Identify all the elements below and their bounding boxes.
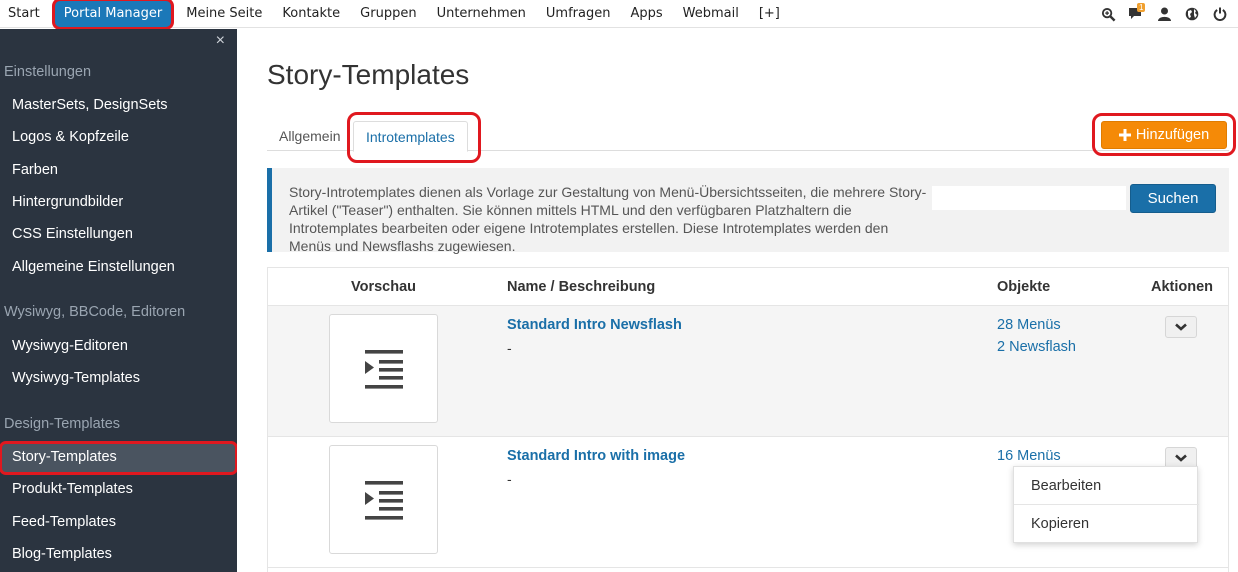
sidebar-item-wysiwyg-templates[interactable]: Wysiwyg-Templates xyxy=(0,364,237,392)
header-name: Name / Beschreibung xyxy=(507,279,656,295)
nav-unternehmen[interactable]: Unternehmen xyxy=(427,0,536,28)
top-icons: 1 xyxy=(1100,0,1228,28)
actions-dropdown-menu: Bearbeiten Kopieren xyxy=(1013,466,1199,543)
chat-icon[interactable]: 1 xyxy=(1128,3,1146,22)
sidebar: × Einstellungen MasterSets, DesignSets L… xyxy=(0,29,238,572)
user-icon[interactable] xyxy=(1156,6,1172,22)
nav-start[interactable]: Start xyxy=(0,0,50,28)
nav-apps[interactable]: Apps xyxy=(620,0,672,28)
top-nav-menu: Start Portal Manager Meine Seite Kontakt… xyxy=(0,0,790,30)
nav-meine-seite[interactable]: Meine Seite xyxy=(176,0,272,28)
search-input[interactable] xyxy=(931,185,1127,211)
objects-menus-link[interactable]: 28 Menüs xyxy=(997,317,1061,333)
close-sidebar-icon[interactable]: × xyxy=(216,32,225,50)
menu-item-kopieren[interactable]: Kopieren xyxy=(1014,505,1199,543)
sidebar-item-produkt-templates[interactable]: Produkt-Templates xyxy=(0,475,237,503)
objects-menus-link[interactable]: 16 Menüs xyxy=(997,448,1061,464)
sidebar-item-allgemeine[interactable]: Allgemeine Einstellungen xyxy=(0,253,237,281)
sidebar-section-design-templates: Design-Templates xyxy=(4,416,121,432)
sidebar-item-farben[interactable]: Farben xyxy=(0,156,237,184)
power-icon[interactable] xyxy=(1212,6,1228,22)
template-name-link[interactable]: Standard Intro Newsflash xyxy=(507,317,682,333)
tab-introtemplates[interactable]: Introtemplates xyxy=(353,121,468,152)
tab-allgemein[interactable]: Allgemein xyxy=(267,121,352,151)
add-button[interactable]: Hinzufügen xyxy=(1101,121,1227,149)
sidebar-item-feed-templates[interactable]: Feed-Templates xyxy=(0,508,237,536)
sidebar-item-wysiwyg-editoren[interactable]: Wysiwyg-Editoren xyxy=(0,332,237,360)
actions-dropdown-button[interactable] xyxy=(1165,316,1197,338)
nav-gruppen[interactable]: Gruppen xyxy=(350,0,426,28)
nav-add-more[interactable]: [+] xyxy=(749,0,790,28)
table-header: Vorschau Name / Beschreibung Objekte Akt… xyxy=(268,268,1228,306)
info-text: Story-Introtemplates dienen als Vorlage … xyxy=(289,184,927,254)
template-name-link[interactable]: Standard Intro with image xyxy=(507,448,685,464)
search-button[interactable]: Suchen xyxy=(1130,184,1216,213)
sidebar-section-einstellungen: Einstellungen xyxy=(4,64,92,80)
nav-webmail[interactable]: Webmail xyxy=(673,0,749,28)
sidebar-item-blog-templates[interactable]: Blog-Templates xyxy=(0,540,237,568)
sidebar-item-story-templates[interactable]: Story-Templates xyxy=(0,441,238,475)
sidebar-item-css[interactable]: CSS Einstellungen xyxy=(0,220,237,248)
chevron-down-icon xyxy=(1175,454,1187,462)
plus-icon xyxy=(1118,129,1131,141)
header-aktionen: Aktionen xyxy=(1151,279,1214,295)
template-preview xyxy=(329,445,438,554)
header-vorschau: Vorschau xyxy=(351,279,417,295)
sidebar-item-logos[interactable]: Logos & Kopfzeile xyxy=(0,123,237,151)
page-title: Story-Templates xyxy=(267,59,470,90)
top-navigation-bar: Start Portal Manager Meine Seite Kontakt… xyxy=(0,0,1238,30)
tab-bar: Allgemein Introtemplates xyxy=(267,121,1229,152)
template-description: - xyxy=(507,340,512,356)
notification-badge: 1 xyxy=(1137,3,1146,12)
add-button-label: Hinzufügen xyxy=(1135,127,1210,143)
table-row: Standard Intro Newsflash - 28 Menüs 2 Ne… xyxy=(268,306,1228,437)
search-zoom-icon[interactable] xyxy=(1100,6,1116,22)
header-objekte: Objekte xyxy=(997,279,1051,295)
sidebar-section-wysiwyg: Wysiwyg, BBCode, Editoren xyxy=(4,304,186,320)
nav-umfragen[interactable]: Umfragen xyxy=(536,0,621,28)
indent-icon xyxy=(364,480,403,520)
template-preview xyxy=(329,314,438,423)
chevron-down-icon xyxy=(1175,323,1187,331)
template-description: - xyxy=(507,471,512,487)
sidebar-item-hintergrundbilder[interactable]: Hintergrundbilder xyxy=(0,188,237,216)
objects-newsflash-link[interactable]: 2 Newsflash xyxy=(997,339,1076,355)
info-box: Story-Introtemplates dienen als Vorlage … xyxy=(267,168,1229,254)
nav-kontakte[interactable]: Kontakte xyxy=(272,0,350,28)
nav-portal-manager[interactable]: Portal Manager xyxy=(51,0,175,30)
main-content: Story-Templates Allgemein Introtemplates… xyxy=(237,29,1238,572)
indent-icon xyxy=(364,349,403,389)
sidebar-item-mastersets[interactable]: MasterSets, DesignSets xyxy=(0,91,237,119)
globe-icon[interactable] xyxy=(1184,6,1200,22)
menu-item-bearbeiten[interactable]: Bearbeiten xyxy=(1014,467,1199,505)
